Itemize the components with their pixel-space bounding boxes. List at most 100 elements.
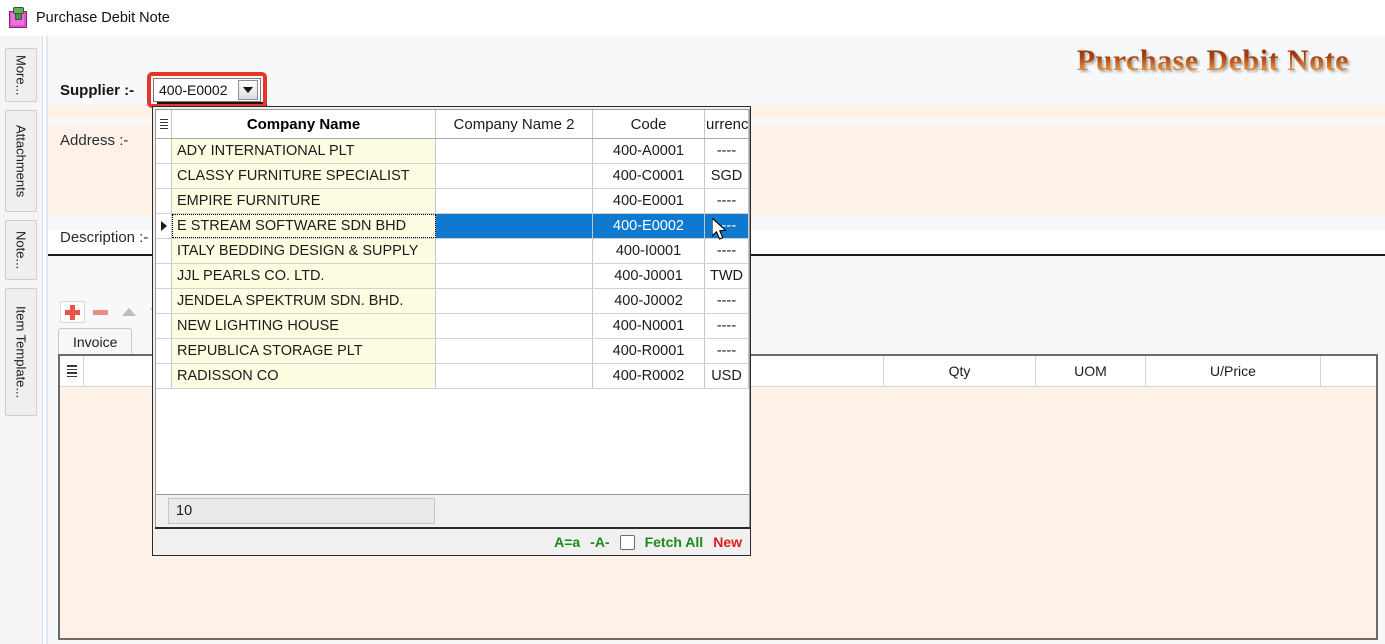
column-header-uprice[interactable]: U/Price (1146, 356, 1321, 386)
supplier-combobox[interactable]: 400-E0002 (153, 78, 261, 102)
cell-company-name[interactable]: RADISSON CO (172, 364, 436, 388)
record-count-field[interactable]: 10 (168, 498, 435, 524)
cell-code[interactable]: 400-A0001 (593, 139, 705, 163)
lookup-row[interactable]: ADY INTERNATIONAL PLT 400-A0001 ---- (156, 139, 749, 164)
cell-company-name[interactable]: JENDELA SPEKTRUM SDN. BHD. (172, 289, 436, 313)
cell-company-name-2[interactable] (436, 364, 593, 388)
cell-currency[interactable]: ---- (705, 189, 749, 213)
column-header-company-name[interactable]: Company Name (172, 110, 436, 138)
sidebar-item-note[interactable]: Note... (5, 220, 37, 280)
cell-code[interactable]: 400-N0001 (593, 314, 705, 338)
row-selector-current-icon[interactable] (156, 214, 172, 238)
column-header-currency[interactable]: urrenc (705, 110, 749, 138)
lookup-row[interactable]: JENDELA SPEKTRUM SDN. BHD. 400-J0002 ---- (156, 289, 749, 314)
lookup-row[interactable]: CLASSY FURNITURE SPECIALIST 400-C0001 SGD (156, 164, 749, 189)
cell-currency-text: ---- (717, 318, 736, 334)
cell-code-text: 400-J0001 (614, 268, 683, 284)
cell-company-name[interactable]: REPUBLICA STORAGE PLT (172, 339, 436, 363)
row-selector[interactable] (156, 289, 172, 313)
row-selector[interactable] (156, 314, 172, 338)
row-selector[interactable] (156, 264, 172, 288)
supplier-dropdown-popup[interactable]: Company Name Company Name 2 Code urrenc … (152, 106, 751, 556)
lookup-row[interactable]: E STREAM SOFTWARE SDN BHD400-E0002---- (156, 214, 749, 239)
lookup-row[interactable]: EMPIRE FURNITURE 400-E0001---- (156, 189, 749, 214)
cell-company-name[interactable]: CLASSY FURNITURE SPECIALIST (172, 164, 436, 188)
cell-company-name-2[interactable] (436, 164, 593, 188)
row-selector[interactable] (156, 239, 172, 263)
case-sensitive-toggle[interactable]: A=a (554, 534, 580, 550)
row-selector[interactable] (156, 339, 172, 363)
cell-company-name[interactable]: NEW LIGHTING HOUSE (172, 314, 436, 338)
cell-currency[interactable]: ---- (705, 314, 749, 338)
grid-menu-icon[interactable] (60, 356, 84, 386)
cell-currency-text: ---- (717, 143, 736, 159)
new-button[interactable]: New (713, 534, 742, 550)
cell-code[interactable]: 400-I0001 (593, 239, 705, 263)
cell-company-name-2[interactable] (436, 139, 593, 163)
column-header-qty[interactable]: Qty (884, 356, 1036, 386)
row-selector[interactable] (156, 189, 172, 213)
uppercase-toggle[interactable]: -A- (590, 534, 609, 550)
cell-code[interactable]: 400-E0002 (593, 214, 705, 238)
cell-company-name[interactable]: ITALY BEDDING DESIGN & SUPPLY (172, 239, 436, 263)
add-row-button[interactable] (60, 301, 85, 323)
tab-invoice[interactable]: Invoice (58, 328, 132, 354)
sidebar-item-item-template[interactable]: Item Template... (5, 288, 37, 416)
fetch-all-label[interactable]: Fetch All (645, 534, 704, 550)
column-header-label: Company Name (247, 116, 360, 133)
column-header-code[interactable]: Code (593, 110, 705, 138)
cell-company-name-2[interactable] (436, 314, 593, 338)
cell-company-name[interactable]: EMPIRE FURNITURE (172, 189, 436, 213)
cell-company-name-text: ADY INTERNATIONAL PLT (177, 143, 355, 159)
move-up-button[interactable] (116, 301, 141, 323)
cell-currency[interactable]: ---- (705, 139, 749, 163)
case-sensitive-label: A=a (554, 534, 580, 550)
sidebar-item-more[interactable]: More... (5, 48, 37, 102)
cell-company-name[interactable]: ADY INTERNATIONAL PLT (172, 139, 436, 163)
fetch-all-checkbox[interactable] (620, 535, 635, 550)
cell-company-name[interactable]: E STREAM SOFTWARE SDN BHD (172, 214, 436, 238)
lookup-row[interactable]: JJL PEARLS CO. LTD. 400-J0001 TWD (156, 264, 749, 289)
cell-currency[interactable]: SGD (705, 164, 749, 188)
cell-code[interactable]: 400-E0001 (593, 189, 705, 213)
cell-currency[interactable]: TWD (705, 264, 749, 288)
cell-code[interactable]: 400-J0002 (593, 289, 705, 313)
cell-company-name-2[interactable] (436, 264, 593, 288)
chevron-down-icon[interactable] (238, 80, 258, 100)
cell-company-name-2[interactable] (436, 289, 593, 313)
column-header-company-name-2[interactable]: Company Name 2 (436, 110, 593, 138)
grid-menu-icon[interactable] (156, 110, 172, 138)
remove-row-button[interactable] (88, 301, 113, 323)
cell-company-name[interactable]: JJL PEARLS CO. LTD. (172, 264, 436, 288)
cell-company-name-2[interactable] (436, 339, 593, 363)
app-window: Purchase Debit Note More... Attachments … (0, 0, 1385, 644)
cell-company-name-2[interactable] (436, 239, 593, 263)
column-header-label: U/Price (1210, 363, 1256, 379)
cell-code[interactable]: 400-C0001 (593, 164, 705, 188)
cell-company-name-text: E STREAM SOFTWARE SDN BHD (177, 218, 406, 234)
cell-code[interactable]: 400-R0002 (593, 364, 705, 388)
supplier-lookup-grid[interactable]: Company Name Company Name 2 Code urrenc … (155, 109, 750, 495)
row-selector[interactable] (156, 364, 172, 388)
row-selector[interactable] (156, 164, 172, 188)
column-header-uom[interactable]: UOM (1036, 356, 1146, 386)
cell-company-name-2[interactable] (436, 214, 593, 238)
cell-currency[interactable]: ---- (705, 289, 749, 313)
lookup-row[interactable]: REPUBLICA STORAGE PLT 400-R0001 ---- (156, 339, 749, 364)
row-selector[interactable] (156, 139, 172, 163)
column-header-trailing[interactable] (1321, 356, 1376, 386)
cell-currency[interactable]: USD (705, 364, 749, 388)
cell-code-text: 400-J0002 (614, 293, 683, 309)
cell-company-name-text: JENDELA SPEKTRUM SDN. BHD. (177, 293, 403, 309)
lookup-row[interactable]: ITALY BEDDING DESIGN & SUPPLY400-I0001--… (156, 239, 749, 264)
lookup-row[interactable]: NEW LIGHTING HOUSE 400-N0001 ---- (156, 314, 749, 339)
cell-currency[interactable]: ---- (705, 339, 749, 363)
cell-currency-text: ---- (717, 343, 736, 359)
cell-code[interactable]: 400-R0001 (593, 339, 705, 363)
lookup-row[interactable]: RADISSON CO 400-R0002USD (156, 364, 749, 389)
tab-invoice-label: Invoice (73, 334, 117, 350)
cell-company-name-2[interactable] (436, 189, 593, 213)
cell-code-text: 400-C0001 (613, 168, 685, 184)
cell-code[interactable]: 400-J0001 (593, 264, 705, 288)
sidebar-item-attachments[interactable]: Attachments (5, 110, 37, 212)
